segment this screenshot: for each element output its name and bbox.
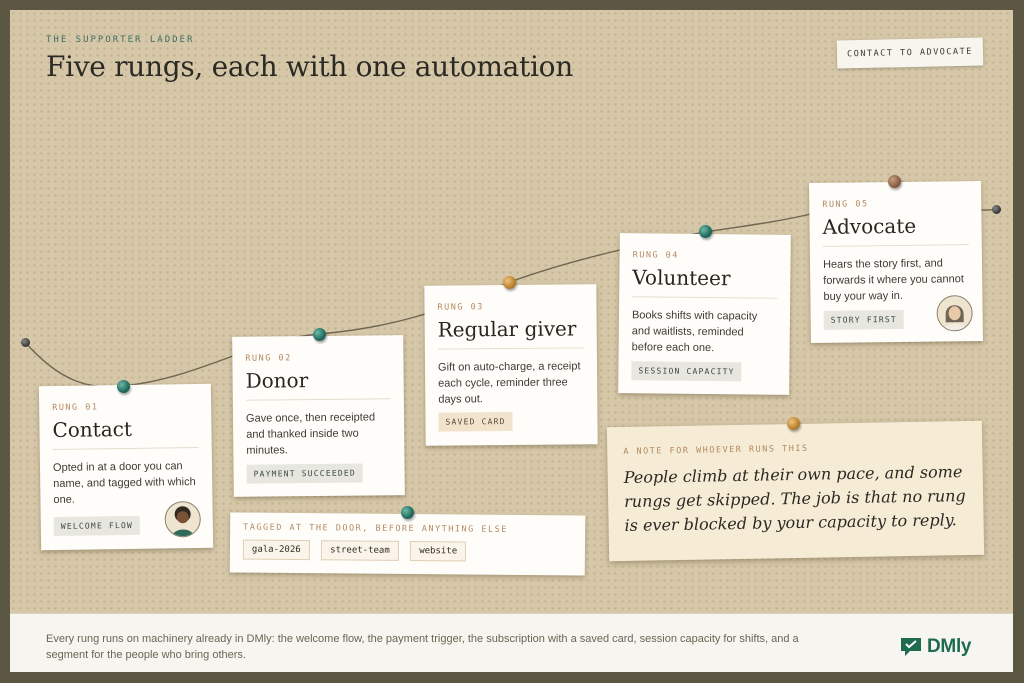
rung-card-advocate[interactable]: RUNG 05 Advocate Hears the story first, …: [809, 180, 983, 344]
rung-name: Donor: [245, 367, 391, 401]
rung-description: Books shifts with capacity and waitlists…: [631, 309, 758, 355]
rung-description: Opted in at a door you can name, and tag…: [52, 460, 196, 507]
note-card: A NOTE FOR WHOEVER RUNS THIS People clim…: [606, 420, 985, 562]
rung-number: RUNG 04: [632, 250, 679, 261]
string-end-pin-left: [21, 338, 30, 347]
rung-name: Contact: [52, 415, 199, 451]
source-tag[interactable]: gala-2026: [242, 539, 310, 561]
rung-description: Gave once, then receipted and thanked in…: [245, 411, 376, 457]
rung-card-regular-giver[interactable]: RUNG 03 Regular giver Gift on auto-charg…: [424, 284, 598, 446]
rung-description: Gift on auto-charge, a receipt each cycl…: [437, 360, 581, 406]
rung-number: RUNG 05: [822, 199, 869, 210]
rung-automation-tag: WELCOME FLOW: [53, 515, 141, 537]
rung-automation-tag: SAVED CARD: [438, 411, 513, 432]
pin-icon: [888, 175, 901, 188]
brand-name: DMly: [927, 636, 972, 657]
footer-text: Every rung runs on machinery already in …: [46, 633, 799, 661]
source-tag[interactable]: website: [410, 541, 467, 562]
rung-automation-tag: STORY FIRST: [823, 309, 905, 330]
rung-number: RUNG 02: [245, 353, 292, 364]
rung-name: Volunteer: [632, 265, 778, 299]
chat-bubble-icon: [901, 638, 921, 656]
person-avatar: [164, 500, 201, 538]
ladder-board: THE SUPPORTER LADDER Five rungs, each wi…: [10, 10, 1013, 672]
pin-icon: [503, 276, 516, 289]
rung-name: Advocate: [822, 213, 969, 247]
rung-name: Regular giver: [437, 316, 584, 350]
rung-number: RUNG 01: [52, 402, 99, 414]
rung-card-volunteer[interactable]: RUNG 04 Volunteer Books shifts with capa…: [618, 233, 791, 395]
pin-icon: [117, 380, 130, 393]
tag-list: gala-2026 street-team website: [242, 533, 572, 563]
pin-icon: [787, 417, 800, 430]
note-label: A NOTE FOR WHOEVER RUNS THIS: [623, 443, 809, 457]
rung-card-donor[interactable]: RUNG 02 Donor Gave once, then receipted …: [232, 335, 405, 497]
pin-icon: [699, 225, 712, 238]
rung-card-contact[interactable]: RUNG 01 Contact Opted in at a door you c…: [38, 383, 214, 551]
rung-automation-tag: SESSION CAPACITY: [631, 361, 742, 382]
dmly-logo[interactable]: DMly: [899, 636, 972, 658]
note-quote: People climb at their own pace, and some…: [623, 462, 966, 535]
pin-icon: [401, 506, 414, 519]
person-avatar: [936, 295, 973, 332]
rung-automation-tag: PAYMENT SUCCEEDED: [246, 463, 363, 484]
string-end-pin-right: [992, 205, 1001, 214]
source-tag[interactable]: street-team: [321, 540, 399, 561]
tagged-at-door-card: TAGGED AT THE DOOR, BEFORE ANYTHING ELSE…: [229, 512, 586, 576]
rung-number: RUNG 03: [437, 302, 484, 313]
footer: Every rung runs on machinery already in …: [10, 613, 1013, 672]
pin-icon: [313, 328, 326, 341]
